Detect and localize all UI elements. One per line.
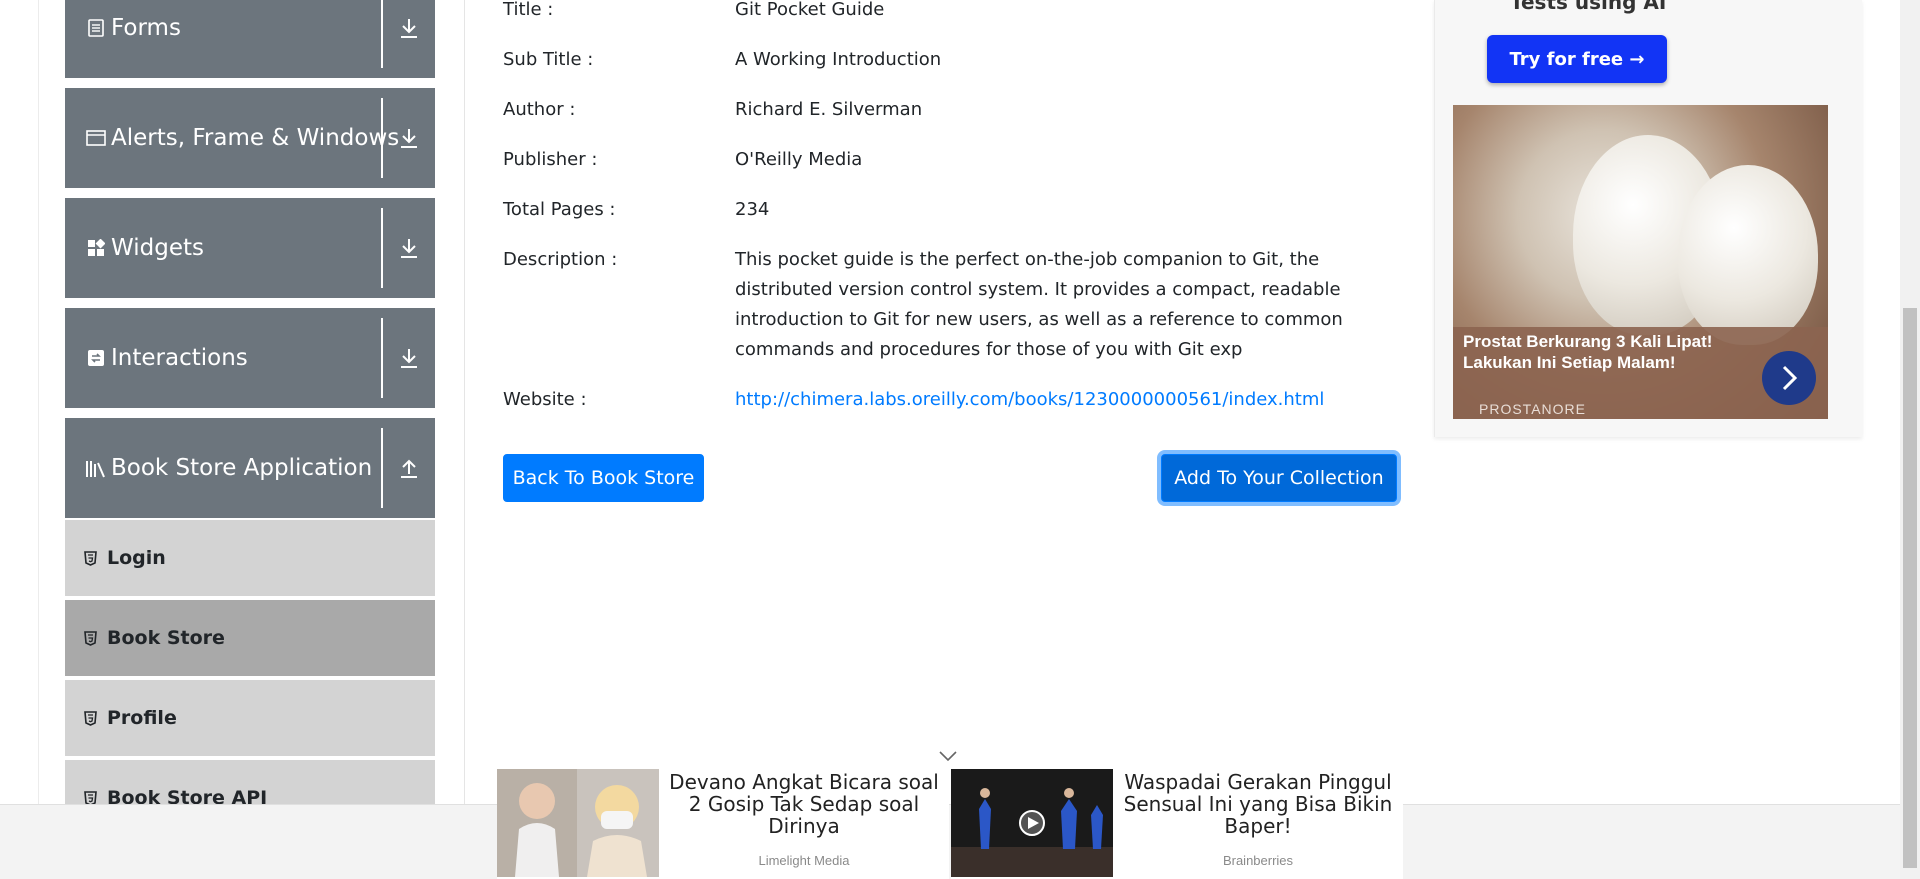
pages-value: 234 — [735, 199, 770, 220]
html5-icon — [83, 630, 97, 646]
native-ad-source: Limelight Media — [758, 853, 850, 868]
sidebar-item-profile[interactable]: Profile — [65, 678, 435, 756]
native-ad-2[interactable]: Waspadai Gerakan Pinggul Sensual Ini yan… — [951, 769, 1403, 879]
sidebar-item-book-store[interactable]: Book Store — [65, 598, 435, 676]
expand-arrow-icon[interactable] — [383, 308, 435, 408]
sidebar-ad[interactable]: Tests using AI Try for free → Prostat Be… — [1434, 0, 1862, 437]
sidebar-item-label: Profile — [107, 707, 177, 729]
website-label: Website : — [503, 389, 587, 410]
publisher-label: Publisher : — [503, 149, 598, 170]
html5-icon — [83, 710, 97, 726]
expand-arrow-icon[interactable] — [383, 0, 435, 78]
ad-thumbnail — [951, 769, 1113, 877]
form-icon — [85, 19, 107, 37]
native-ad-source: Brainberries — [1222, 853, 1294, 868]
subtitle-value: A Working Introduction — [735, 49, 942, 70]
group-label: Widgets — [111, 235, 204, 261]
try-for-free-button[interactable]: Try for free → — [1487, 35, 1667, 83]
ad-image[interactable]: Prostat Berkurang 3 Kali Lipat! Lakukan … — [1453, 105, 1828, 419]
sidebar-item-label: Book Store — [107, 627, 225, 649]
description-value: This pocket guide is the perfect on-the-… — [735, 249, 1343, 360]
description-label: Description : — [503, 249, 618, 270]
group-widgets[interactable]: Widgets — [65, 198, 435, 298]
chevron-right-icon[interactable] — [1762, 351, 1816, 405]
ad-thumbnail — [497, 769, 659, 877]
html5-icon — [83, 550, 97, 566]
add-to-collection-button[interactable]: Add To Your Collection — [1161, 454, 1397, 502]
window-icon — [85, 129, 107, 147]
title-label: Title : — [503, 0, 554, 20]
group-alerts-frames-windows[interactable]: Alerts, Frame & Windows — [65, 88, 435, 188]
sidebar-item-label: Login — [107, 547, 166, 569]
ad-caption-text: Prostat Berkurang 3 Kali Lipat! Lakukan … — [1463, 332, 1713, 372]
group-book-store-application[interactable]: Book Store Application — [65, 418, 435, 518]
group-label: Interactions — [111, 345, 248, 371]
page-scrollbar[interactable] — [1900, 0, 1920, 879]
widgets-icon — [85, 239, 107, 257]
author-value: Richard E. Silverman — [735, 99, 923, 120]
group-label: Alerts, Frame & Windows — [111, 125, 400, 151]
sidebar-border — [38, 0, 39, 804]
bottom-ad-bar — [0, 804, 1900, 879]
garlic-shape — [1678, 165, 1818, 345]
ad-brand: PROSTANORE — [1479, 401, 1586, 417]
back-to-book-store-button[interactable]: Back To Book Store — [503, 454, 704, 502]
pages-label: Total Pages : — [503, 199, 616, 220]
chevron-down-icon[interactable] — [938, 748, 958, 762]
collapse-arrow-icon[interactable] — [383, 418, 435, 518]
native-ad-title: Devano Angkat Bicara soal 2 Gosip Tak Se… — [669, 770, 939, 838]
native-ad-1[interactable]: Devano Angkat Bicara soal 2 Gosip Tak Se… — [497, 769, 949, 879]
native-ad-title: Waspadai Gerakan Pinggul Sensual Ini yan… — [1123, 770, 1393, 838]
website-link[interactable]: http://chimera.labs.oreilly.com/books/12… — [735, 385, 1355, 415]
subtitle-label: Sub Title : — [503, 49, 594, 70]
ad-caption: Prostat Berkurang 3 Kali Lipat! Lakukan … — [1453, 327, 1828, 419]
group-forms[interactable]: Forms — [65, 0, 435, 78]
author-label: Author : — [503, 99, 576, 120]
group-interactions[interactable]: Interactions — [65, 308, 435, 408]
library-icon — [85, 458, 107, 478]
expand-arrow-icon[interactable] — [383, 198, 435, 298]
ad-headline: Tests using AI — [1510, 0, 1667, 14]
publisher-value: O'Reilly Media — [735, 149, 863, 170]
interactions-icon — [85, 349, 107, 367]
sidebar-item-login[interactable]: Login — [65, 518, 435, 596]
sidebar-accordion: Forms Alerts, Frame & Windows Widgets In… — [38, 0, 465, 836]
scrollbar-thumb[interactable] — [1903, 308, 1917, 868]
expand-arrow-icon[interactable] — [383, 88, 435, 188]
title-value: Git Pocket Guide — [735, 0, 885, 20]
group-label: Book Store Application — [111, 455, 373, 481]
group-label: Forms — [111, 15, 181, 41]
